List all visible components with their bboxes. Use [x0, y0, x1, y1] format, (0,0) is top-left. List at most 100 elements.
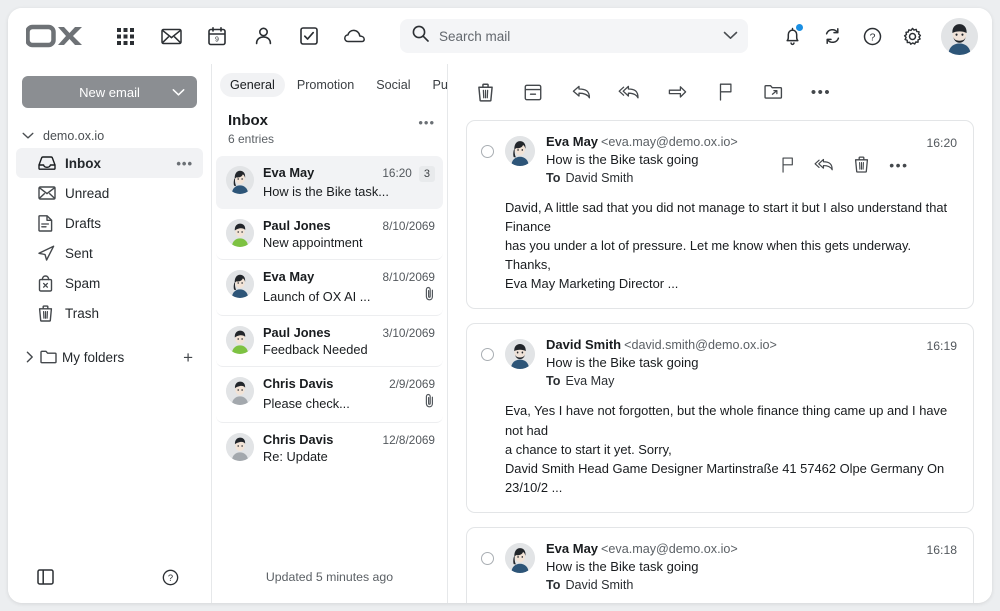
sender-name: Eva May	[263, 269, 314, 284]
flag-icon[interactable]	[712, 79, 738, 105]
app-switcher: 9	[108, 19, 372, 53]
inbox-options-icon[interactable]: •••	[176, 156, 193, 171]
reply-all-icon[interactable]	[616, 79, 642, 105]
spam-icon	[38, 275, 60, 292]
archive-icon[interactable]	[520, 79, 546, 105]
to-label: To	[546, 578, 560, 592]
search-options-chevron-icon[interactable]	[723, 27, 738, 45]
avatar[interactable]	[941, 18, 978, 55]
attachment-paperclip-icon	[420, 286, 435, 306]
sidebar-item-unread[interactable]: Unread	[16, 178, 203, 208]
mail-subject: New appointment	[263, 235, 363, 250]
email-body-line: David, A little sad that you did not man…	[505, 198, 957, 236]
tasks-icon[interactable]	[292, 19, 326, 53]
sender-name: Chris Davis	[263, 376, 333, 391]
add-folder-icon[interactable]: +	[183, 349, 193, 366]
trash-icon	[38, 305, 60, 322]
email-card[interactable]: Eva May<eva.may@demo.ox.io> How is the B…	[466, 120, 974, 309]
email-body-line: Eva May Marketing Director ...	[505, 274, 957, 293]
list-item[interactable]: Chris Davis 2/9/2069 Please check...	[216, 367, 443, 423]
account-name: demo.ox.io	[43, 129, 104, 143]
layout-panel-icon[interactable]	[32, 564, 58, 590]
email-subject: How is the Bike task going	[546, 355, 909, 370]
chevron-down-icon[interactable]	[22, 129, 34, 143]
list-item[interactable]: Paul Jones 8/10/2069 New appointment	[216, 209, 443, 260]
search-input[interactable]	[439, 29, 723, 44]
mail-subject: Please check...	[263, 396, 350, 411]
sent-paperplane-icon	[38, 245, 60, 261]
avatar	[505, 136, 535, 166]
notifications-bell-icon[interactable]	[775, 19, 809, 53]
tab-general[interactable]: General	[220, 73, 285, 97]
sidebar-item-drafts[interactable]: Drafts	[16, 208, 203, 238]
list-item[interactable]: Eva May 8/10/2069 Launch of OX AI ...	[216, 260, 443, 316]
move-to-folder-icon[interactable]	[760, 79, 786, 105]
contacts-icon[interactable]	[246, 19, 280, 53]
help-icon[interactable]: ?	[157, 564, 183, 590]
email-body-line: has you under a lot of pressure. Let me …	[505, 236, 957, 274]
delete-icon[interactable]	[472, 79, 498, 105]
help-icon[interactable]: ?	[855, 19, 889, 53]
forward-icon[interactable]	[664, 79, 690, 105]
reply-all-icon[interactable]	[814, 157, 834, 172]
mail-icon[interactable]	[154, 19, 188, 53]
chevron-down-icon[interactable]	[172, 85, 185, 100]
ox-logo[interactable]	[26, 23, 86, 49]
email-body-line: Eva, Yes I have not forgotten, but the w…	[505, 401, 957, 439]
flag-icon[interactable]	[781, 157, 794, 173]
email-body: Eva, Yes I have not forgotten, but the w…	[505, 401, 957, 496]
sidebar-footer: ?	[16, 551, 203, 603]
app-grid-icon[interactable]	[108, 19, 142, 53]
account-row[interactable]: demo.ox.io	[16, 124, 203, 148]
mail-subject: How is the Bike task...	[263, 184, 389, 199]
chevron-right-icon[interactable]	[20, 351, 40, 363]
main-body: New email demo.ox.io	[8, 64, 992, 603]
category-tabs: General Promotion Social Purchases Frien…	[212, 64, 447, 106]
drive-cloud-icon[interactable]	[338, 19, 372, 53]
mail-subject: Re: Update	[263, 449, 328, 464]
more-actions-icon[interactable]: •••	[808, 79, 834, 105]
refresh-icon[interactable]	[815, 19, 849, 53]
drafts-document-icon	[38, 215, 60, 232]
list-item[interactable]: Paul Jones 3/10/2069 Feedback Needed	[216, 316, 443, 367]
reply-icon[interactable]	[568, 79, 594, 105]
mail-date: 8/10/2069	[383, 270, 435, 284]
email-card[interactable]: Eva May<eva.may@demo.ox.io> How is the B…	[466, 527, 974, 603]
sidebar-item-trash[interactable]: Trash	[16, 298, 203, 328]
mail-subject: Feedback Needed	[263, 342, 368, 357]
email-body-line: David Smith Head Game Designer Martinstr…	[505, 459, 957, 497]
more-actions-icon[interactable]: •••	[889, 157, 908, 173]
to-label: To	[546, 171, 560, 185]
attachment-paperclip-icon	[420, 393, 435, 413]
entry-count: 6 entries	[228, 132, 274, 146]
email-body-line: a chance to start it yet. Sorry,	[505, 440, 957, 459]
avatar	[226, 166, 254, 194]
list-item[interactable]: Eva May 16:20 3 How is the Bike task...	[216, 156, 443, 209]
sidebar-item-my-folders[interactable]: My folders +	[16, 342, 203, 372]
sidebar-item-inbox[interactable]: Inbox •••	[16, 148, 203, 178]
sender-address: <david.smith@demo.ox.io>	[624, 338, 777, 352]
mail-date: 8/10/2069	[383, 219, 435, 233]
select-email-radio[interactable]	[481, 348, 494, 361]
mail-date: 16:20	[382, 166, 412, 180]
delete-icon[interactable]	[854, 156, 869, 173]
sidebar-item-sent[interactable]: Sent	[16, 238, 203, 268]
folder-icon	[40, 350, 62, 364]
tab-promotion[interactable]: Promotion	[287, 73, 364, 97]
new-email-label: New email	[79, 85, 140, 100]
list-item[interactable]: Chris Davis 12/8/2069 Re: Update	[216, 423, 443, 473]
search-bar[interactable]	[400, 19, 748, 53]
settings-gear-icon[interactable]	[895, 19, 929, 53]
select-email-radio[interactable]	[481, 552, 494, 565]
email-card[interactable]: David Smith<david.smith@demo.ox.io> How …	[466, 323, 974, 512]
select-email-radio[interactable]	[481, 145, 494, 158]
sidebar-item-spam[interactable]: Spam	[16, 268, 203, 298]
calendar-icon[interactable]: 9	[200, 19, 234, 53]
page-title: Inbox	[228, 112, 274, 131]
new-email-button[interactable]: New email	[22, 76, 197, 108]
tab-social[interactable]: Social	[366, 73, 420, 97]
list-options-icon[interactable]: •••	[418, 112, 435, 130]
email-time: 16:20	[927, 134, 958, 150]
sender-name: David Smith	[546, 337, 621, 352]
avatar	[226, 433, 254, 461]
